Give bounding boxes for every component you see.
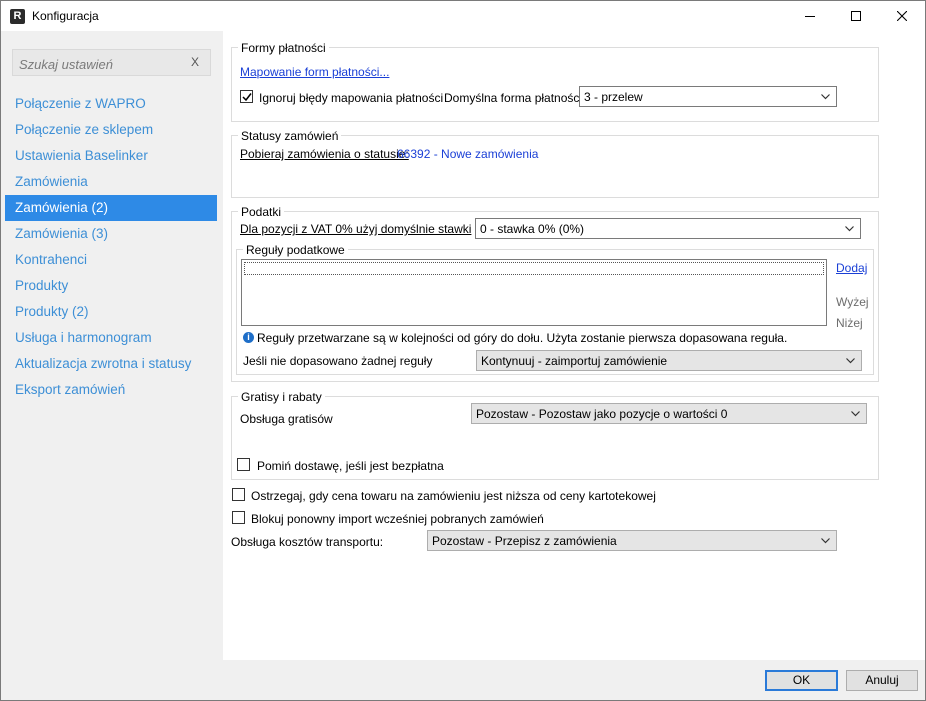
settings-content: Formy płatności Mapowanie form płatności… (223, 31, 925, 660)
sidebar-item-3[interactable]: Zamówienia (5, 169, 217, 195)
chevron-down-icon (845, 226, 854, 232)
vat-default-label: Dla pozycji z VAT 0% użyj domyślnie staw… (240, 222, 472, 236)
vat-default-value: 0 - stawka 0% (0%) (480, 222, 585, 236)
tax-rules-focus-row[interactable] (244, 262, 824, 275)
checkmark-icon (242, 93, 252, 102)
info-icon: i (243, 332, 254, 343)
block-reimport-checkbox[interactable] (232, 511, 245, 524)
sidebar-item-11[interactable]: Eksport zamówień (5, 377, 217, 403)
no-match-label: Jeśli nie dopasowano żadnej reguły (243, 354, 433, 368)
transport-cost-select[interactable]: Pozostaw - Przepisz z zamówienia (427, 530, 837, 551)
payment-forms-title: Formy płatności (238, 41, 329, 55)
config-window: R Konfiguracja Szukaj ustawień X Połącze… (0, 0, 926, 701)
add-rule-link[interactable]: Dodaj (836, 261, 867, 275)
settings-nav: Połączenie z WAPRO Połączenie ze sklepem U… (5, 91, 217, 403)
sidebar-item-6[interactable]: Kontrahenci (5, 247, 217, 273)
payment-mapping-link[interactable]: Mapowanie form płatności... (240, 65, 389, 79)
fetch-status-link[interactable]: 66392 - Nowe zamówienia (397, 147, 538, 161)
tax-rules-list[interactable] (241, 259, 827, 326)
default-payment-label: Domyślna forma płatności: (444, 91, 586, 105)
sidebar-item-9[interactable]: Usługa i harmonogram (5, 325, 217, 351)
maximize-icon (851, 11, 861, 21)
move-down-button[interactable]: Niżej (836, 316, 863, 330)
warn-price-checkbox[interactable] (232, 488, 245, 501)
transport-cost-label: Obsługa kosztów transportu: (231, 535, 384, 549)
tax-rules-info-text: Reguły przetwarzane są w kolejności od g… (257, 331, 788, 345)
fetch-status-label: Pobieraj zamówienia o statusie: (240, 147, 409, 161)
minimize-icon (805, 16, 815, 17)
skip-free-delivery-label: Pomiń dostawę, jeśli jest bezpłatna (257, 459, 444, 473)
gifts-discounts-group: Gratisy i rabaty Obsługa gratisów Pozost… (231, 390, 879, 480)
no-match-value: Kontynuuj - zaimportuj zamówienie (481, 354, 668, 368)
gift-handling-value: Pozostaw - Pozostaw jako pozycje o warto… (476, 407, 728, 421)
taxes-group: Podatki Dla pozycji z VAT 0% użyj domyśl… (231, 205, 879, 382)
order-statuses-group: Statusy zamówień Pobieraj zamówienia o s… (231, 129, 879, 198)
gifts-discounts-title: Gratisy i rabaty (238, 390, 325, 404)
sidebar-item-5[interactable]: Zamówienia (3) (5, 221, 217, 247)
vat-default-select[interactable]: 0 - stawka 0% (0%) (475, 218, 861, 239)
payment-forms-group: Formy płatności Mapowanie form płatności… (231, 41, 879, 122)
sidebar-item-7[interactable]: Produkty (5, 273, 217, 299)
title-bar: R Konfiguracja (1, 1, 925, 31)
ok-button[interactable]: OK (765, 670, 838, 691)
app-logo-icon: R (10, 9, 25, 24)
sidebar-item-10[interactable]: Aktualizacja zwrotna i statusy (5, 351, 217, 377)
tax-rules-title: Reguły podatkowe (243, 243, 348, 257)
window-title: Konfiguracja (32, 9, 99, 23)
settings-sidebar: Szukaj ustawień X Połączenie z WAPRO Połą… (1, 31, 223, 692)
search-placeholder: Szukaj ustawień (19, 57, 113, 72)
chevron-down-icon (851, 411, 860, 417)
cancel-button[interactable]: Anuluj (846, 670, 918, 691)
skip-free-delivery-checkbox[interactable] (237, 458, 250, 471)
block-reimport-label: Blokuj ponowny import wcześniej pobranyc… (251, 512, 544, 526)
sidebar-item-8[interactable]: Produkty (2) (5, 299, 217, 325)
ignore-mapping-errors-checkbox[interactable] (240, 90, 253, 103)
tax-rules-group: Reguły podatkowe Dodaj Wyżej Niżej i Reg… (236, 243, 874, 375)
taxes-title: Podatki (238, 205, 285, 219)
chevron-down-icon (846, 358, 855, 364)
sidebar-item-0[interactable]: Połączenie z WAPRO (5, 91, 217, 117)
move-up-button[interactable]: Wyżej (836, 295, 869, 309)
sidebar-item-2[interactable]: Ustawienia Baselinker (5, 143, 217, 169)
ignore-mapping-errors-label: Ignoruj błędy mapowania płatności (259, 91, 444, 105)
chevron-down-icon (821, 94, 830, 100)
settings-search-input[interactable]: Szukaj ustawień X (12, 49, 211, 76)
search-clear-button[interactable]: X (191, 55, 199, 69)
sidebar-item-1[interactable]: Połączenie ze sklepem (5, 117, 217, 143)
warn-price-label: Ostrzegaj, gdy cena towaru na zamówieniu… (251, 489, 656, 503)
close-button[interactable] (879, 1, 925, 31)
chevron-down-icon (821, 538, 830, 544)
default-payment-select[interactable]: 3 - przelew (579, 86, 837, 107)
default-payment-value: 3 - przelew (584, 90, 643, 104)
close-icon (897, 11, 907, 21)
transport-cost-value: Pozostaw - Przepisz z zamówienia (432, 534, 617, 548)
order-statuses-title: Statusy zamówień (238, 129, 342, 143)
no-match-select[interactable]: Kontynuuj - zaimportuj zamówienie (476, 350, 862, 371)
minimize-button[interactable] (787, 1, 833, 31)
gift-handling-label: Obsługa gratisów (240, 412, 333, 426)
gift-handling-select[interactable]: Pozostaw - Pozostaw jako pozycje o warto… (471, 403, 867, 424)
dialog-footer: OK Anuluj (1, 660, 925, 700)
maximize-button[interactable] (833, 1, 879, 31)
sidebar-item-4[interactable]: Zamówienia (2) (5, 195, 217, 221)
